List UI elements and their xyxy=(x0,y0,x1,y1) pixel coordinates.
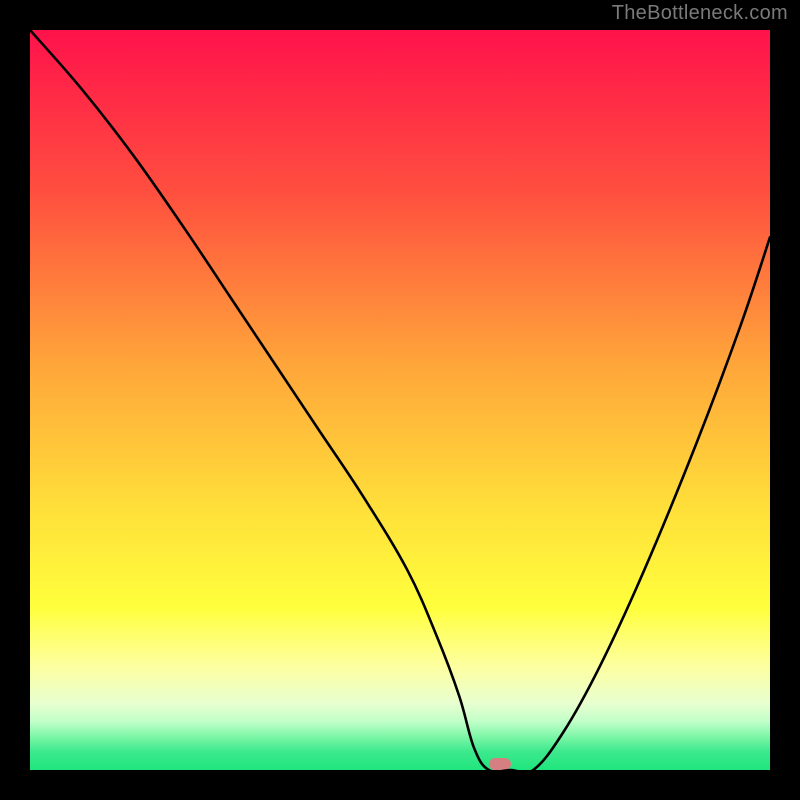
bottleneck-curve-path xyxy=(30,30,770,770)
chart-frame: TheBottleneck.com xyxy=(0,0,800,800)
plot-area xyxy=(30,30,770,770)
bottleneck-curve xyxy=(30,30,770,770)
watermark-text: TheBottleneck.com xyxy=(612,2,788,25)
